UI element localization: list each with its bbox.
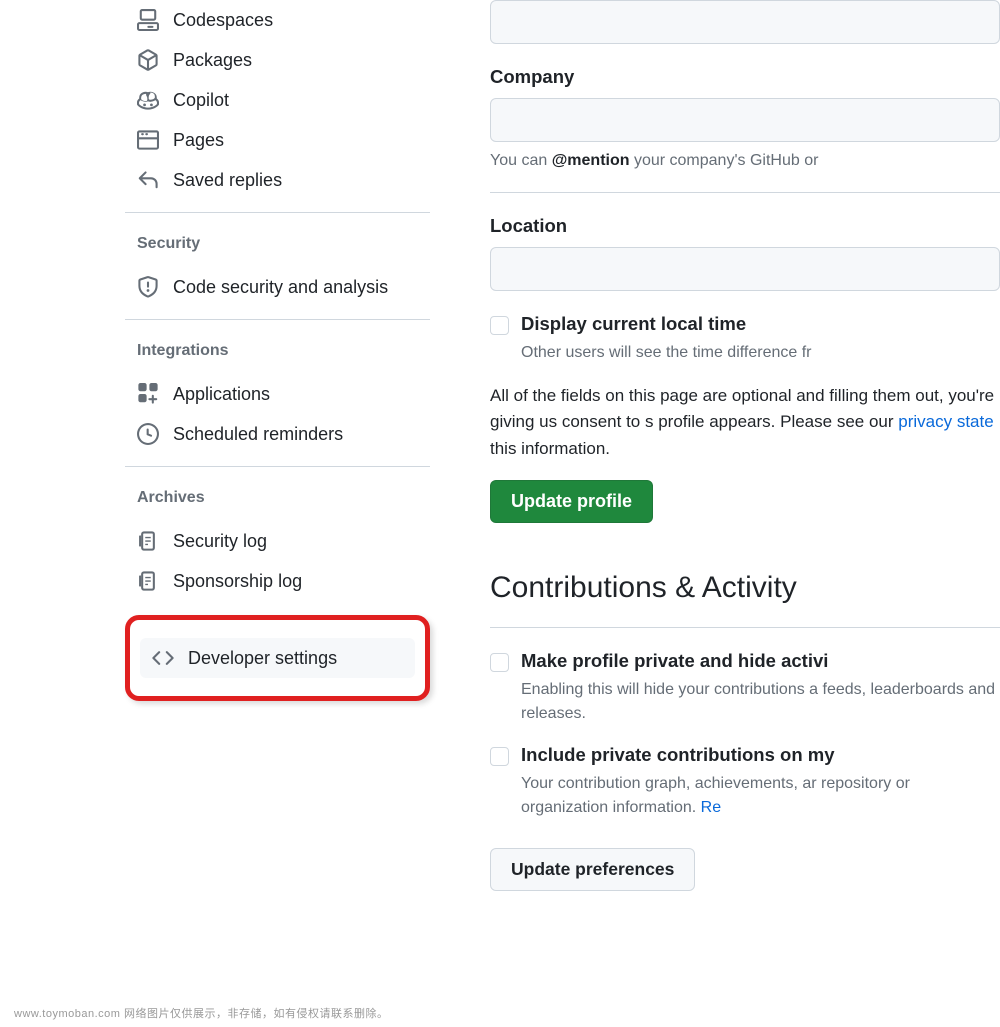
nav-label: Saved replies: [173, 170, 282, 191]
nav-label: Pages: [173, 130, 224, 151]
browser-icon: [137, 129, 159, 151]
sidebar-item-applications[interactable]: Applications: [125, 374, 430, 414]
privacy-link[interactable]: privacy state: [898, 412, 993, 431]
sidebar-item-scheduled-reminders[interactable]: Scheduled reminders: [125, 414, 430, 454]
nav-label: Copilot: [173, 90, 229, 111]
local-time-checkbox[interactable]: [490, 316, 509, 335]
codespaces-icon: [137, 9, 159, 31]
sidebar-item-security-log[interactable]: Security log: [125, 521, 430, 561]
nav-label: Codespaces: [173, 10, 273, 31]
update-preferences-button[interactable]: Update preferences: [490, 848, 695, 891]
divider: [490, 627, 1000, 628]
log-icon: [137, 530, 159, 552]
contributions-heading: Contributions & Activity: [490, 571, 1000, 605]
private-profile-desc: Enabling this will hide your contributio…: [521, 678, 1000, 726]
nav-label: Developer settings: [188, 648, 337, 669]
clock-icon: [137, 423, 159, 445]
include-private-label: Include private contributions on my: [521, 744, 835, 766]
divider: [125, 466, 430, 467]
include-private-desc: Your contribution graph, achievements, a…: [521, 772, 1000, 820]
code-icon: [152, 647, 174, 669]
section-header-integrations: Integrations: [125, 336, 430, 374]
sidebar-top-list: Codespaces Packages Copilot Pages Saved …: [125, 0, 430, 200]
sidebar-item-pages[interactable]: Pages: [125, 120, 430, 160]
update-profile-button[interactable]: Update profile: [490, 480, 653, 523]
local-time-label: Display current local time: [521, 313, 746, 335]
sidebar-item-code-security[interactable]: Code security and analysis: [125, 267, 430, 307]
copilot-icon: [137, 89, 159, 111]
nav-label: Applications: [173, 384, 270, 405]
read-more-link[interactable]: Re: [701, 799, 721, 816]
divider: [490, 192, 1000, 193]
section-header-security: Security: [125, 229, 430, 267]
disclosure-text: All of the fields on this page are optio…: [490, 383, 1000, 462]
company-hint: You can @mention your company's GitHub o…: [490, 152, 1000, 170]
company-input[interactable]: [490, 98, 1000, 142]
sidebar-item-saved-replies[interactable]: Saved replies: [125, 160, 430, 200]
location-label: Location: [490, 215, 1000, 237]
highlight-annotation: Developer settings: [125, 615, 430, 701]
sidebar-item-copilot[interactable]: Copilot: [125, 80, 430, 120]
nav-label: Packages: [173, 50, 252, 71]
divider: [125, 319, 430, 320]
sidebar-item-developer-settings[interactable]: Developer settings: [140, 638, 415, 678]
nav-label: Scheduled reminders: [173, 424, 343, 445]
private-profile-label: Make profile private and hide activi: [521, 650, 828, 672]
log-icon: [137, 570, 159, 592]
nav-label: Sponsorship log: [173, 571, 302, 592]
section-header-archives: Archives: [125, 483, 430, 521]
footer-watermark: www.toymoban.com 网络图片仅供展示，非存储，如有侵权请联系删除。: [14, 1005, 388, 1021]
shield-icon: [137, 276, 159, 298]
package-icon: [137, 49, 159, 71]
location-input[interactable]: [490, 247, 1000, 291]
local-time-desc: Other users will see the time difference…: [521, 341, 1000, 365]
sidebar-item-sponsorship-log[interactable]: Sponsorship log: [125, 561, 430, 601]
name-input[interactable]: [490, 0, 1000, 44]
apps-icon: [137, 383, 159, 405]
include-private-checkbox[interactable]: [490, 747, 509, 766]
nav-label: Code security and analysis: [173, 277, 388, 298]
reply-icon: [137, 169, 159, 191]
sidebar-item-codespaces[interactable]: Codespaces: [125, 0, 430, 40]
divider: [125, 212, 430, 213]
private-profile-checkbox[interactable]: [490, 653, 509, 672]
company-label: Company: [490, 66, 1000, 88]
sidebar-item-packages[interactable]: Packages: [125, 40, 430, 80]
nav-label: Security log: [173, 531, 267, 552]
